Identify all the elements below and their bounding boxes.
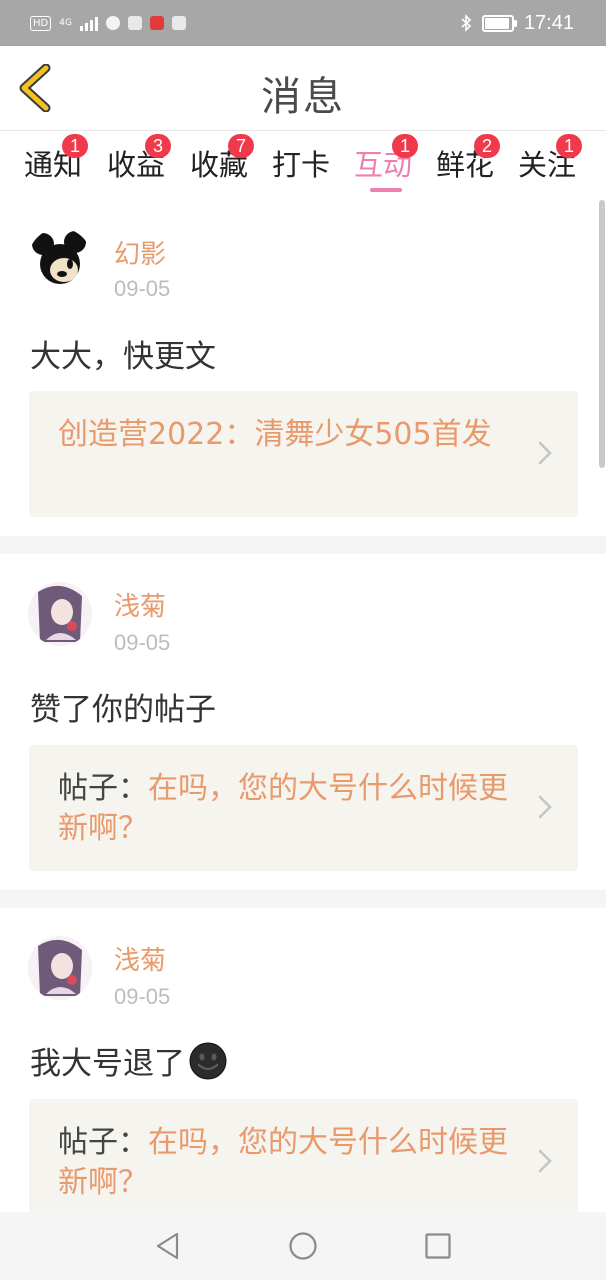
nav-home-icon[interactable] (287, 1230, 319, 1262)
tab-badge: 2 (474, 134, 501, 158)
status-bar: HD 4G 17:41 (0, 0, 606, 46)
tab-badge: 1 (556, 134, 583, 158)
page-title: 消息 (261, 74, 345, 120)
username[interactable]: 浅菊 (114, 586, 166, 623)
tab-favorites[interactable]: 收藏 7 (190, 134, 255, 184)
tab-interaction[interactable]: 互动 1 (354, 134, 419, 184)
referenced-post[interactable]: 创造营2022：清舞少女505首发 (29, 391, 578, 517)
battery-icon (481, 14, 517, 32)
status-left: HD 4G (30, 15, 186, 31)
notification-app-icon (171, 16, 186, 30)
tab-badge: 7 (228, 134, 255, 158)
nav-recents-icon[interactable] (422, 1230, 454, 1262)
active-tab-indicator (370, 188, 402, 192)
ref-prefix: 帖子： (58, 1125, 148, 1160)
bluetooth-icon (461, 14, 472, 32)
divider (0, 536, 606, 554)
network-indicator: 4G (59, 18, 72, 28)
nav-back-icon[interactable] (152, 1230, 184, 1262)
chevron-right-icon (538, 795, 552, 819)
chevron-right-icon (538, 1149, 552, 1173)
scrollbar[interactable] (599, 200, 605, 468)
status-right: 17:41 (460, 12, 574, 35)
tab-following[interactable]: 关注 1 (518, 134, 583, 184)
divider (0, 890, 606, 908)
referenced-post-text: 创造营2022：清舞少女505首发 (58, 415, 518, 455)
tab-checkin[interactable]: 打卡 (272, 142, 330, 184)
username[interactable]: 浅菊 (114, 940, 166, 977)
avatar[interactable] (28, 582, 92, 646)
ref-title: 创造营2022：清舞少女505首发 (58, 417, 492, 452)
tab-badge: 1 (62, 134, 89, 158)
girl-avatar-icon (28, 936, 92, 1000)
tab-notifications[interactable]: 通知 1 (24, 134, 89, 184)
tab-earnings[interactable]: 收益 3 (107, 134, 172, 184)
notification-app-icon (149, 16, 164, 30)
message-text: 大大，快更文 (30, 331, 216, 376)
tab-badge: 1 (392, 134, 419, 158)
tab-bar: 通知 1 收益 3 收藏 7 打卡 互动 1 鲜花 2 关注 1 (0, 130, 606, 196)
message-date: 09-05 (114, 276, 171, 301)
tab-badge: 3 (145, 134, 172, 158)
avatar[interactable] (28, 936, 92, 1000)
signal-icon (79, 15, 98, 31)
avatar[interactable] (28, 228, 92, 292)
system-nav-bar (0, 1212, 606, 1280)
message-text: 我大号退了 (30, 1038, 227, 1083)
referenced-post-text: 帖子：在吗，您的大号什么时候更新啊？ (58, 769, 518, 849)
message-text-content: 大大，快更文 (30, 339, 216, 375)
username[interactable]: 幻影 (114, 234, 166, 271)
message-text-content: 赞了你的帖子 (30, 692, 216, 728)
header: 消息 (0, 46, 606, 131)
message-list[interactable]: 幻影 09-05 大大，快更文 创造营2022：清舞少女505首发 浅菊 09-… (0, 196, 606, 1212)
ref-prefix: 帖子： (58, 771, 148, 806)
chevron-right-icon (538, 441, 552, 465)
wechat-icon (127, 16, 142, 30)
referenced-post[interactable]: 帖子：在吗，您的大号什么时候更新啊？ (29, 745, 578, 871)
tab-flowers[interactable]: 鲜花 2 (436, 134, 501, 184)
message-item: 幻影 09-05 大大，快更文 创造营2022：清舞少女505首发 (0, 196, 606, 536)
referenced-post[interactable]: 帖子：在吗，您的大号什么时候更新啊？ (29, 1099, 578, 1212)
message-text: 赞了你的帖子 (30, 684, 216, 729)
notification-app-icon (105, 16, 120, 30)
girl-avatar-icon (28, 582, 92, 646)
referenced-post-text: 帖子：在吗，您的大号什么时候更新啊？ (58, 1123, 518, 1203)
message-text-content: 我大号退了 (30, 1046, 185, 1082)
message-item: 浅菊 09-05 赞了你的帖子 帖子：在吗，您的大号什么时候更新啊？ (0, 554, 606, 890)
tab-label: 打卡 (272, 148, 331, 182)
hd-indicator: HD (30, 15, 52, 31)
dark-smiley-emoji-icon (189, 1042, 227, 1079)
message-date: 09-05 (114, 630, 171, 655)
message-item: 浅菊 09-05 我大号退了 帖子：在吗，您的大号什么时候更新啊？ (0, 908, 606, 1212)
clock: 17:41 (523, 11, 574, 34)
message-date: 09-05 (114, 984, 171, 1009)
mickey-avatar-icon (32, 231, 86, 284)
